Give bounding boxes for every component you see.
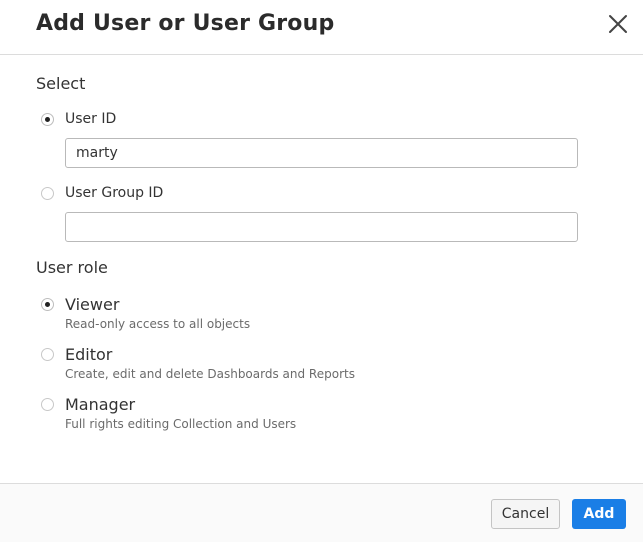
user-id-label[interactable]: User ID — [65, 111, 116, 127]
cancel-button[interactable]: Cancel — [491, 499, 560, 529]
editor-label[interactable]: Editor — [65, 345, 112, 364]
user-group-id-label[interactable]: User Group ID — [65, 185, 163, 201]
editor-description: Create, edit and delete Dashboards and R… — [65, 367, 355, 381]
radio-user-id[interactable] — [41, 113, 54, 126]
radio-viewer[interactable] — [41, 298, 54, 311]
viewer-label[interactable]: Viewer — [65, 295, 119, 314]
close-icon[interactable] — [606, 12, 630, 36]
add-button[interactable]: Add — [572, 499, 626, 529]
radio-manager[interactable] — [41, 398, 54, 411]
dialog-header: Add User or User Group — [0, 0, 643, 55]
manager-label[interactable]: Manager — [65, 395, 135, 414]
radio-user-group-id[interactable] — [41, 187, 54, 200]
dialog-title: Add User or User Group — [36, 11, 335, 36]
manager-description: Full rights editing Collection and Users — [65, 417, 297, 431]
radio-editor[interactable] — [41, 348, 54, 361]
user-role-section-label: User role — [36, 258, 108, 277]
viewer-description: Read-only access to all objects — [65, 317, 251, 331]
user-id-input[interactable] — [65, 138, 578, 168]
user-group-id-input[interactable] — [65, 212, 578, 242]
select-section-label: Select — [36, 74, 86, 93]
